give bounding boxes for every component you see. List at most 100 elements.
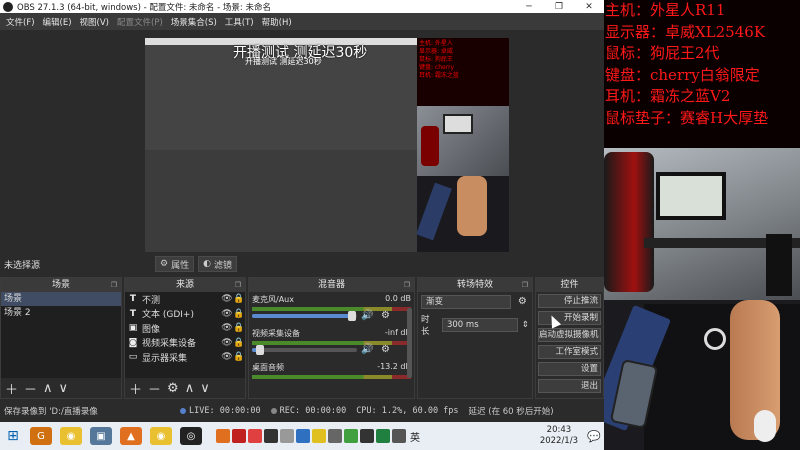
app-owl-icon[interactable]: ◉ <box>60 427 82 445</box>
tray-icon[interactable] <box>344 429 358 443</box>
overlay-line: 鼠标垫子：赛睿H大厚垫 <box>605 108 769 127</box>
eye-icon[interactable]: 👁 <box>221 309 233 319</box>
preview-area[interactable]: 开播测试 测延迟30秒 开播测试 测延迟30秒 主机: 外星人 显示器: 卓威 … <box>0 30 604 274</box>
camera-source-icon: ◙ <box>128 337 138 348</box>
tray-icon[interactable] <box>312 429 326 443</box>
source-item[interactable]: T 不测 👁 🔒 <box>125 292 245 307</box>
volume-slider[interactable] <box>252 345 357 355</box>
preview-room-camera <box>417 106 509 176</box>
mixer-channel: 桌面音频 -13.2 dB <box>249 360 414 394</box>
spinner-icon[interactable]: ⇕ <box>522 320 529 330</box>
menu-file[interactable]: 文件(F) <box>2 16 39 28</box>
speaker-icon[interactable]: 🔊 <box>361 344 373 355</box>
app-window-icon[interactable]: ▣ <box>90 427 112 445</box>
add-scene-icon[interactable]: ＋ <box>5 379 18 398</box>
preview-overlay-sub: 开播测试 测延迟30秒 <box>245 57 322 66</box>
app-owl2-icon[interactable]: ◉ <box>150 427 172 445</box>
tray-icon[interactable] <box>248 429 262 443</box>
tray-icon[interactable] <box>376 429 390 443</box>
move-down-icon[interactable]: ∨ <box>59 381 69 396</box>
source-item[interactable]: T 文本 (GDI+) 👁 🔒 <box>125 307 245 322</box>
sources-header: 来源 <box>175 280 194 290</box>
app-orange-icon[interactable]: ▲ <box>120 427 142 445</box>
hand-webcam <box>604 300 800 450</box>
clock[interactable]: 20:43 2022/1/3 <box>540 425 578 447</box>
overlay-line: 主机：外星人R11 <box>605 1 726 19</box>
studio-mode-button[interactable]: 工作室模式 <box>538 345 601 359</box>
properties-button[interactable]: ⚙ 属性 <box>155 256 195 272</box>
transitions-dock: 转场特效 ❐ 渐变 ⚙ 时长 300 ms ⇕ <box>417 277 533 399</box>
move-up-icon[interactable]: ∧ <box>43 381 53 396</box>
lock-icon[interactable]: 🔒 <box>233 338 245 348</box>
undock-icon[interactable]: ❐ <box>111 278 117 292</box>
menu-profile[interactable]: 配置文件(P) <box>113 16 167 28</box>
move-down-icon[interactable]: ∨ <box>200 381 210 396</box>
tray-icon[interactable] <box>280 429 294 443</box>
maximize-button[interactable]: ❐ <box>544 2 574 12</box>
window-title: OBS 27.1.3 (64-bit, windows) - 配置文件: 未命名… <box>17 2 271 13</box>
filter-icon: ◐ <box>203 259 211 269</box>
tray-icon[interactable] <box>296 429 310 443</box>
tray-icon[interactable] <box>360 429 374 443</box>
move-up-icon[interactable]: ∧ <box>185 381 195 396</box>
steelseries-logo-icon <box>704 328 726 350</box>
undock-icon[interactable]: ❐ <box>522 278 528 292</box>
lock-icon[interactable]: 🔒 <box>233 352 245 362</box>
minimize-button[interactable]: ─ <box>514 2 544 12</box>
gear-icon[interactable]: ⚙ <box>381 344 390 355</box>
remove-scene-icon[interactable]: － <box>24 379 37 398</box>
mixer-scrollbar[interactable] <box>407 308 412 378</box>
tray-icon[interactable] <box>232 429 246 443</box>
stop-streaming-button[interactable]: 停止推流 <box>538 294 601 308</box>
undock-icon[interactable]: ❐ <box>404 278 410 292</box>
tray-icon[interactable] <box>264 429 278 443</box>
source-settings-icon[interactable]: ⚙ <box>167 381 179 396</box>
add-source-icon[interactable]: ＋ <box>129 379 142 398</box>
lock-icon[interactable]: 🔒 <box>233 323 245 333</box>
source-item[interactable]: ◙ 视频采集设备 👁 🔒 <box>125 336 245 351</box>
menu-edit[interactable]: 编辑(E) <box>39 16 76 28</box>
eye-icon[interactable]: 👁 <box>221 294 233 304</box>
tray-icon[interactable] <box>328 429 342 443</box>
scene-item[interactable]: 场景 <box>1 292 121 306</box>
obs-taskbar-icon[interactable]: ◎ <box>180 427 202 445</box>
menu-help[interactable]: 帮助(H) <box>258 16 296 28</box>
scene-item[interactable]: 场景 2 <box>1 306 121 320</box>
menu-tools[interactable]: 工具(T) <box>221 16 258 28</box>
volume-slider[interactable] <box>252 311 357 321</box>
remove-source-icon[interactable]: － <box>148 379 161 398</box>
preview-canvas[interactable]: 开播测试 测延迟30秒 开播测试 测延迟30秒 主机: 外星人 显示器: 卓威 … <box>145 38 509 274</box>
overlay-line: 显示器：卓威XL2546K <box>605 22 766 41</box>
virtual-camera-button[interactable]: 启动虚拟摄像机 <box>538 328 601 342</box>
notification-icon[interactable]: 💬 <box>584 430 604 443</box>
exit-button[interactable]: 退出 <box>538 379 601 393</box>
lock-icon[interactable]: 🔒 <box>233 294 245 304</box>
tray-icon[interactable] <box>216 429 230 443</box>
undock-icon[interactable]: ❐ <box>235 278 241 292</box>
eye-icon[interactable]: 👁 <box>221 352 233 362</box>
transition-select[interactable]: 渐变 <box>421 295 511 309</box>
source-item[interactable]: ▭ 显示器采集 👁 🔒 <box>125 350 245 365</box>
lock-icon[interactable]: 🔒 <box>233 309 245 319</box>
gear-icon[interactable]: ⚙ <box>518 296 527 307</box>
live-time: LIVE: 00:00:00 <box>189 406 261 416</box>
speaker-icon[interactable]: 🔊 <box>361 310 373 321</box>
cpu-fps: CPU: 1.2%, 60.00 fps <box>356 406 459 416</box>
eye-icon[interactable]: 👁 <box>221 338 233 348</box>
close-button[interactable]: ✕ <box>574 2 604 12</box>
source-item[interactable]: ▣ 图像 👁 🔒 <box>125 321 245 336</box>
settings-button[interactable]: 设置 <box>538 362 601 376</box>
windows-start-icon[interactable]: ⊞ <box>0 428 26 444</box>
gear-icon[interactable]: ⚙ <box>381 310 390 321</box>
app-g-icon[interactable]: G <box>30 427 52 445</box>
duration-input[interactable]: 300 ms <box>441 318 518 332</box>
overlay-line: 耳机：霜冻之蓝V2 <box>605 87 731 105</box>
ime-indicator[interactable]: 英 <box>410 429 420 444</box>
menu-scene-collection[interactable]: 场景集合(S) <box>167 16 221 28</box>
filters-button[interactable]: ◐ 滤镜 <box>198 256 237 272</box>
menu-view[interactable]: 视图(V) <box>76 16 113 28</box>
image-source-icon: ▣ <box>128 323 138 334</box>
eye-icon[interactable]: 👁 <box>221 323 233 333</box>
tray-icon[interactable] <box>392 429 406 443</box>
overlay-line: 键盘：cherry白翁限定 <box>605 65 760 84</box>
